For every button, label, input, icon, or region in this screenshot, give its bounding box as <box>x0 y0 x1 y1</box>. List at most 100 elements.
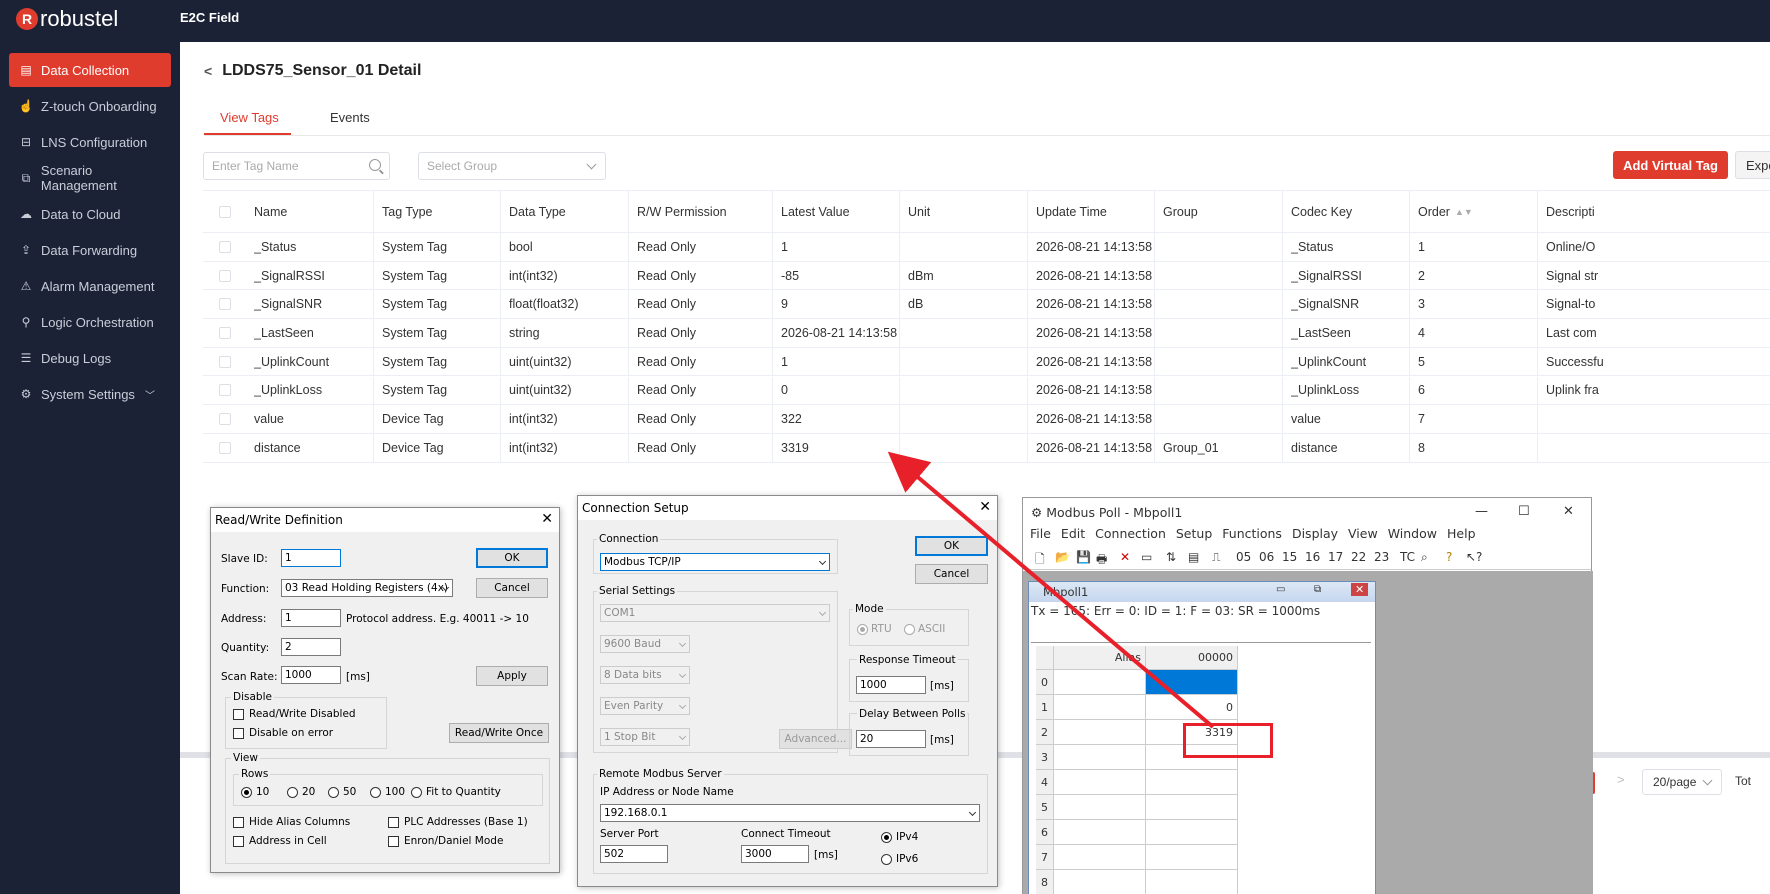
header-latest-value[interactable]: Latest Value <box>781 191 850 232</box>
connection-select[interactable]: Modbus TCP/IP <box>600 553 830 571</box>
function-06-button[interactable]: 06 <box>1259 550 1274 564</box>
page-size-select[interactable]: 20/page <box>1642 769 1722 795</box>
close-icon[interactable]: ✕ <box>1563 504 1574 519</box>
menu-file[interactable]: File <box>1030 526 1051 546</box>
read-write-icon[interactable]: ⇅ <box>1166 550 1176 564</box>
enron-mode-checkbox[interactable] <box>388 836 399 847</box>
apply-button[interactable]: Apply <box>476 666 548 686</box>
close-icon[interactable]: ✕ <box>1351 583 1369 596</box>
alias-cell[interactable] <box>1054 695 1146 720</box>
ok-button[interactable]: OK <box>476 548 548 568</box>
row-checkbox[interactable] <box>219 269 231 282</box>
function-16-button[interactable]: 16 <box>1305 550 1320 564</box>
data-bits-select[interactable]: 8 Data bits <box>600 666 690 684</box>
window-icon[interactable]: ▭ <box>1141 550 1152 564</box>
plc-addresses-checkbox[interactable] <box>388 817 399 828</box>
header-data-type[interactable]: Data Type <box>509 191 566 232</box>
alias-cell[interactable] <box>1054 820 1146 845</box>
function-15-button[interactable]: 15 <box>1282 550 1297 564</box>
ipv6-radio[interactable] <box>881 854 892 865</box>
hide-alias-checkbox[interactable] <box>233 817 244 828</box>
ascii-radio[interactable] <box>904 624 915 635</box>
row-checkbox[interactable] <box>219 326 231 339</box>
row-checkbox[interactable] <box>219 384 231 397</box>
brand-logo[interactable]: R robustel <box>16 6 118 32</box>
row-header[interactable]: 2 <box>1036 720 1054 745</box>
sidebar-item-data-to-cloud[interactable]: ☁ Data to Cloud <box>9 197 171 231</box>
row-header[interactable]: 6 <box>1036 820 1054 845</box>
rtu-radio[interactable] <box>857 624 868 635</box>
register-value-cell[interactable] <box>1146 670 1238 695</box>
sidebar-item-logic-orchestration[interactable]: ⚲ Logic Orchestration <box>9 305 171 339</box>
register-value-cell[interactable]: 0 <box>1146 695 1238 720</box>
row-header[interactable]: 8 <box>1036 870 1054 894</box>
menu-setup[interactable]: Setup <box>1176 526 1212 546</box>
com-port-select[interactable]: COM1 <box>600 604 830 622</box>
header-description[interactable]: Descripti <box>1546 191 1595 232</box>
group-select[interactable]: Select Group <box>418 152 606 180</box>
row-header[interactable]: 5 <box>1036 795 1054 820</box>
header-name[interactable]: Name <box>254 191 287 232</box>
sort-icon[interactable]: ▲▼ <box>1455 207 1473 217</box>
rows-10-radio[interactable] <box>241 787 252 798</box>
save-icon[interactable]: 💾 <box>1076 550 1091 564</box>
menu-edit[interactable]: Edit <box>1061 526 1085 546</box>
advanced-button[interactable]: Advanced... <box>779 729 852 749</box>
menu-functions[interactable]: Functions <box>1222 526 1282 546</box>
grid-corner[interactable] <box>1036 646 1054 670</box>
sidebar-item-data-collection[interactable]: ▤ Data Collection <box>9 53 171 87</box>
sidebar-item-z-touch-onboarding[interactable]: ☝ Z-touch Onboarding <box>9 89 171 123</box>
row-checkbox[interactable] <box>219 298 231 311</box>
function-22-button[interactable]: 22 <box>1351 550 1366 564</box>
pager-next-icon[interactable]: > <box>1617 772 1625 787</box>
select-all-checkbox[interactable] <box>219 205 231 218</box>
row-header[interactable]: 0 <box>1036 670 1054 695</box>
cancel-button[interactable]: Cancel <box>915 564 988 584</box>
rw-disabled-checkbox[interactable] <box>233 709 244 720</box>
stop-bits-select[interactable]: 1 Stop Bit <box>600 728 690 746</box>
read-write-once-icon[interactable]: ▤ <box>1188 550 1199 564</box>
minimize-icon[interactable]: ▭ <box>1276 584 1285 595</box>
monitor-icon[interactable]: ⌕ <box>1421 550 1428 565</box>
traffic-button[interactable]: TC <box>1400 550 1415 564</box>
table-row[interactable]: _LastSeen System Tag string Read Only 2026-0… <box>203 319 1770 348</box>
sidebar-item-debug-logs[interactable]: ☰ Debug Logs <box>9 341 171 375</box>
header-group[interactable]: Group <box>1163 191 1198 232</box>
register-value-cell[interactable] <box>1146 820 1238 845</box>
table-row[interactable]: _SignalSNR System Tag float(float32) Read O… <box>203 290 1770 320</box>
print-icon[interactable]: 🖶 <box>1096 550 1107 571</box>
alias-cell[interactable] <box>1054 870 1146 894</box>
register-value-cell[interactable] <box>1146 795 1238 820</box>
tag-search-input[interactable]: Enter Tag Name <box>203 152 390 180</box>
table-row[interactable]: _UplinkCount System Tag uint(uint32) Read O… <box>203 347 1770 377</box>
menu-display[interactable]: Display <box>1292 526 1338 546</box>
rows-20-radio[interactable] <box>287 787 298 798</box>
address-input[interactable]: 1 <box>281 609 341 627</box>
ok-button[interactable]: OK <box>915 536 988 556</box>
rows-100-radio[interactable] <box>370 787 381 798</box>
table-row[interactable]: _SignalRSSI System Tag int(int32) Read Only… <box>203 261 1770 291</box>
sidebar-item-system-settings[interactable]: ⚙ System Settings ﹀ <box>9 377 171 411</box>
table-row[interactable]: distance Device Tag int(int32) Read Only 331… <box>203 433 1770 463</box>
row-header[interactable]: 1 <box>1036 695 1054 720</box>
server-port-input[interactable]: 502 <box>600 845 668 863</box>
alias-cell[interactable] <box>1054 795 1146 820</box>
back-arrow-icon[interactable]: < <box>204 63 212 79</box>
row-header[interactable]: 3 <box>1036 745 1054 770</box>
sidebar-item-lns-configuration[interactable]: ⊟ LNS Configuration <box>9 125 171 159</box>
open-folder-icon[interactable]: 📂 <box>1055 550 1070 564</box>
ip-address-input[interactable]: 192.168.0.1 <box>600 804 980 822</box>
address-in-cell-checkbox[interactable] <box>233 836 244 847</box>
register-value-cell[interactable] <box>1146 870 1238 894</box>
row-checkbox[interactable] <box>219 413 231 426</box>
sidebar-item-alarm-management[interactable]: ⚠ Alarm Management <box>9 269 171 303</box>
ipv4-radio[interactable] <box>881 832 892 843</box>
table-row[interactable]: value Device Tag int(int32) Read Only 322 202… <box>203 405 1770 434</box>
register-value-cell[interactable] <box>1146 845 1238 870</box>
header-codec-key[interactable]: Codec Key <box>1291 191 1352 232</box>
header-tag-type[interactable]: Tag Type <box>382 191 433 232</box>
menu-window[interactable]: Window <box>1388 526 1437 546</box>
response-timeout-input[interactable]: 1000 <box>856 676 926 694</box>
quantity-input[interactable]: 2 <box>281 638 341 656</box>
function-05-button[interactable]: 05 <box>1236 550 1251 564</box>
